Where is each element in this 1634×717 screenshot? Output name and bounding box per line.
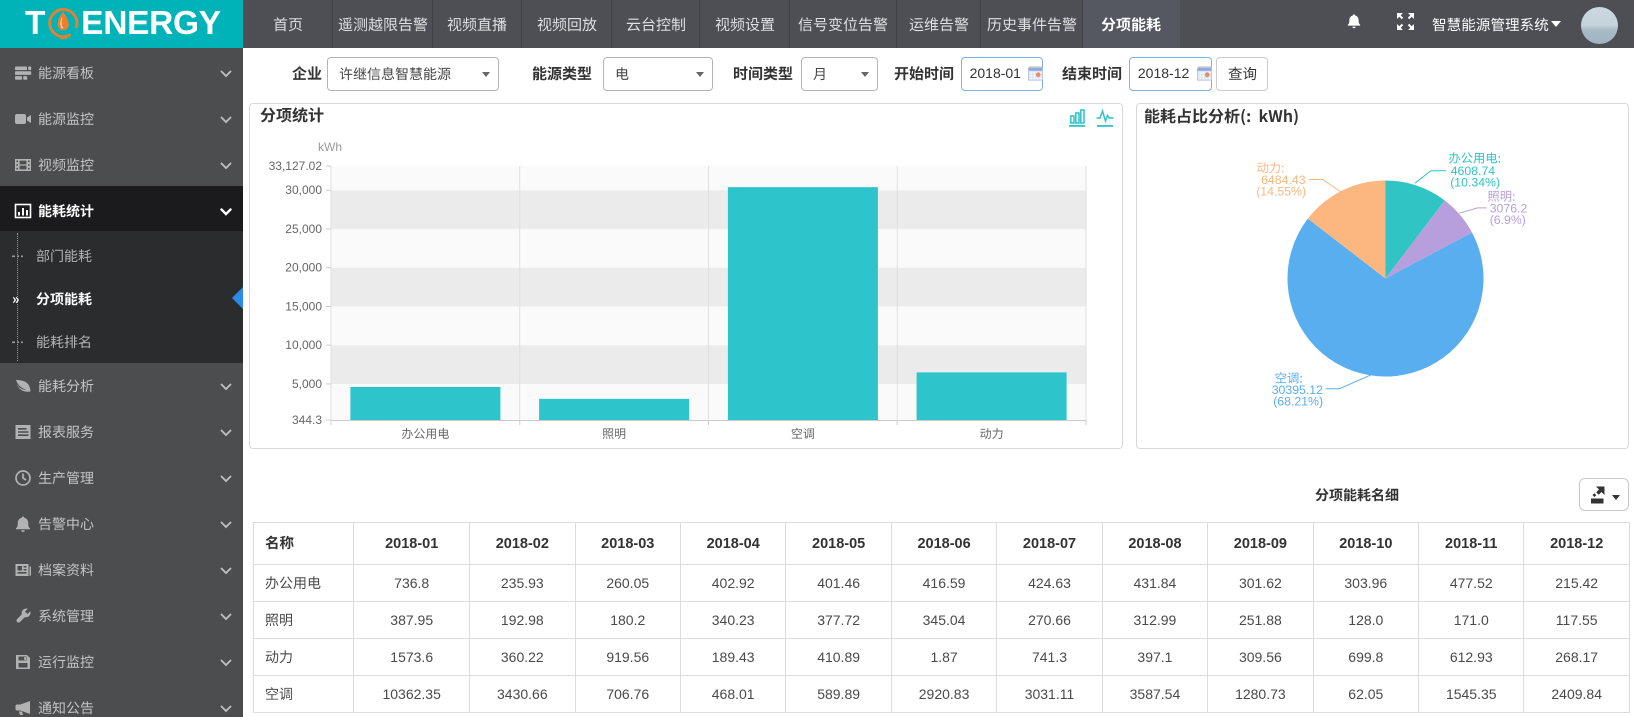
svg-text:15,000: 15,000	[285, 299, 322, 313]
svg-text:(10.34%): (10.34%)	[1450, 175, 1500, 189]
svg-text:kWh: kWh	[318, 140, 342, 154]
svg-text:20,000: 20,000	[285, 261, 322, 275]
svg-text:(6.9%): (6.9%)	[1490, 213, 1526, 227]
svg-text:344.3: 344.3	[292, 413, 322, 427]
svg-text:(68.21%): (68.21%)	[1273, 395, 1323, 409]
svg-text:25,000: 25,000	[285, 222, 322, 236]
svg-text:5,000: 5,000	[292, 377, 322, 391]
svg-text:10,000: 10,000	[285, 338, 322, 352]
svg-text:33,127.02: 33,127.02	[269, 159, 323, 173]
svg-text:(14.55%): (14.55%)	[1256, 184, 1306, 198]
svg-text:30,000: 30,000	[285, 183, 322, 197]
